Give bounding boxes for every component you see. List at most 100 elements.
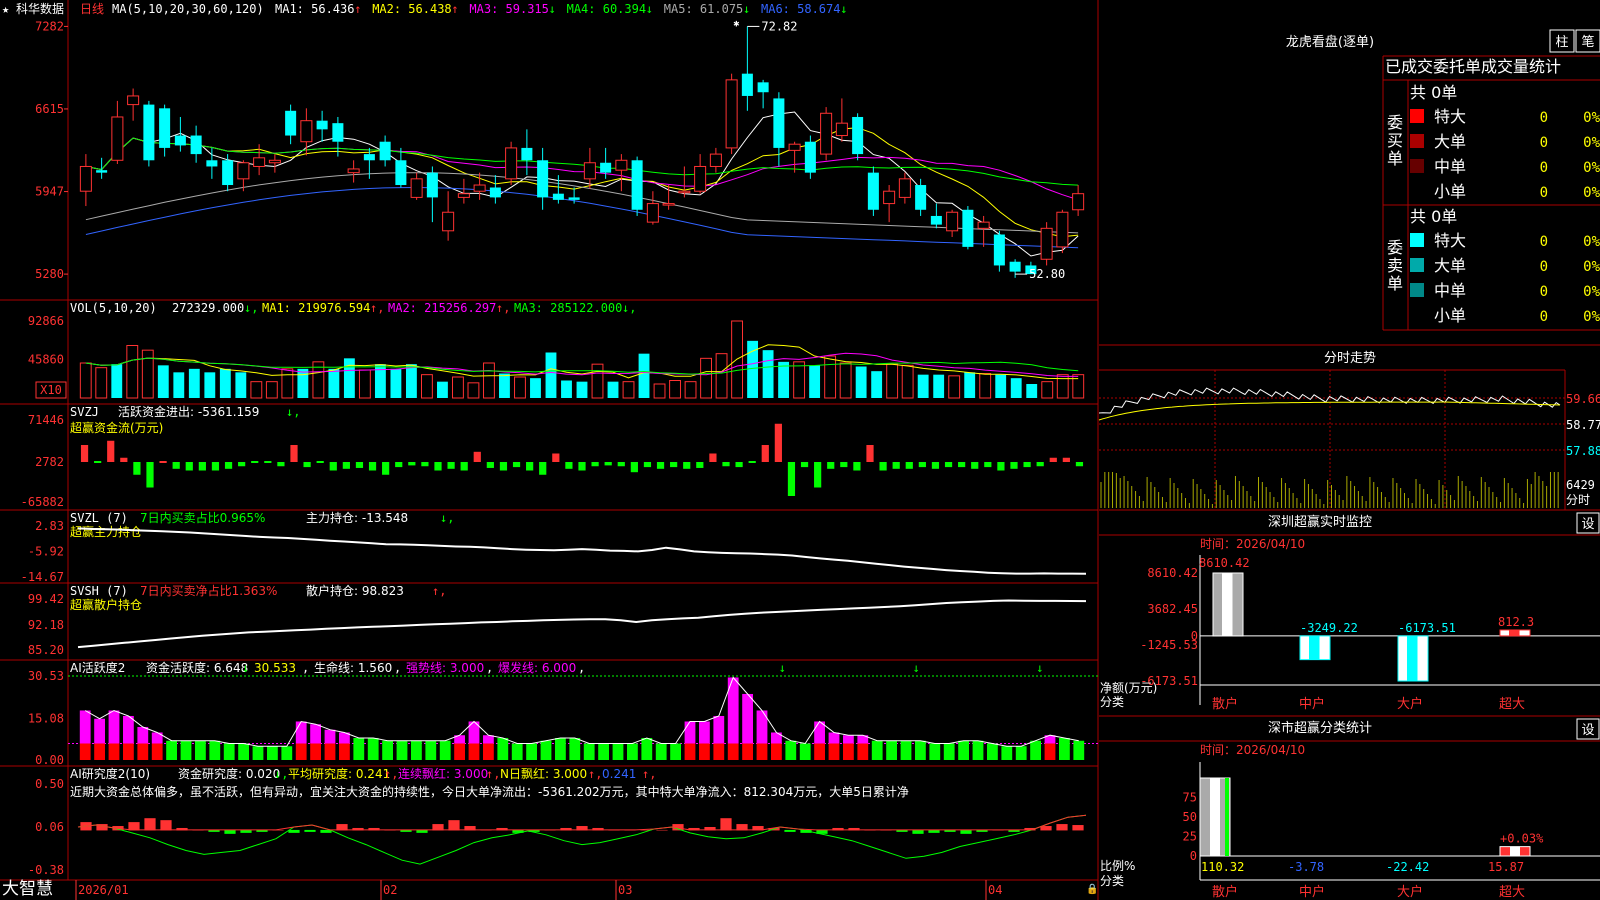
candle[interactable]	[473, 184, 486, 192]
chart-root[interactable]: ★ 科华数据 日线 MA(5,10,20,30,60,120) MA1: 56.436 ↑…	[0, 0, 1600, 900]
monitor-set-label[interactable]: 设	[1581, 517, 1594, 532]
candle[interactable]	[253, 157, 266, 167]
candle[interactable]	[852, 116, 864, 155]
candle[interactable]	[505, 147, 518, 180]
candle[interactable]	[646, 203, 659, 223]
candle[interactable]	[631, 160, 643, 210]
candle[interactable]	[883, 190, 896, 205]
candle[interactable]	[773, 98, 785, 148]
ai-active-bar	[569, 737, 581, 760]
candle[interactable]	[583, 162, 596, 180]
candle[interactable]	[521, 147, 533, 161]
candle[interactable]	[332, 123, 344, 142]
candle[interactable]	[237, 162, 250, 180]
candle[interactable]	[788, 143, 801, 151]
candle[interactable]	[962, 209, 974, 247]
candle[interactable]	[709, 153, 722, 167]
candle[interactable]	[268, 159, 281, 164]
candle[interactable]	[363, 154, 375, 161]
candle[interactable]	[600, 162, 612, 173]
candle[interactable]	[379, 141, 391, 161]
btn-bi-label[interactable]: 笔	[1581, 34, 1594, 50]
candle[interactable]	[946, 211, 959, 232]
class-tick-3: 0	[1190, 849, 1197, 863]
candle[interactable]	[457, 193, 470, 198]
candle[interactable]	[537, 160, 549, 198]
candle[interactable]	[757, 82, 769, 93]
candle[interactable]	[127, 95, 140, 106]
ai-res-bar	[144, 818, 156, 831]
candle[interactable]	[930, 215, 942, 225]
sell-row-name-1: 大单	[1434, 256, 1466, 275]
candle[interactable]	[395, 160, 407, 186]
class-title: 深市超赢分类统计	[1268, 720, 1372, 736]
candle[interactable]	[143, 104, 155, 161]
intraday-tick-0: 59.66	[1566, 392, 1600, 406]
candle[interactable]	[300, 120, 313, 143]
candle[interactable]	[442, 211, 455, 232]
class-bar-3-core	[1510, 846, 1520, 856]
candle[interactable]	[835, 122, 848, 137]
ai-active-bar	[1030, 740, 1041, 760]
volume-bar	[545, 352, 557, 398]
candle[interactable]	[79, 165, 92, 192]
svzj-bar	[421, 462, 429, 467]
svzj-bar	[761, 445, 769, 462]
volume-bar	[871, 371, 883, 398]
candle[interactable]	[694, 165, 707, 192]
candle[interactable]	[190, 135, 202, 155]
candle[interactable]	[725, 79, 738, 149]
candle[interactable]	[285, 110, 297, 136]
candle[interactable]	[206, 160, 218, 167]
svzl-arrow: ↓,	[440, 511, 454, 525]
candle[interactable]	[1009, 261, 1021, 272]
candle[interactable]	[222, 160, 234, 186]
candle[interactable]	[741, 73, 753, 96]
sell-row-swatch	[1410, 233, 1424, 247]
volume-bar	[437, 381, 448, 398]
candle[interactable]	[662, 203, 675, 206]
svzl-tick-0: 2.83	[35, 519, 64, 533]
sell-side-char-0: 委	[1387, 238, 1403, 257]
candle[interactable]	[96, 170, 108, 173]
candle[interactable]	[1056, 211, 1069, 248]
candle[interactable]	[552, 193, 564, 200]
candle[interactable]	[316, 120, 328, 130]
candle[interactable]	[993, 234, 1005, 266]
candle[interactable]	[977, 221, 990, 229]
buy-row-pct-1: 0%	[1583, 135, 1600, 151]
candle[interactable]	[898, 178, 911, 198]
candle[interactable]	[820, 112, 833, 155]
svzj-bar	[984, 462, 992, 468]
candle[interactable]	[410, 178, 423, 198]
ma-value-1: MA1: 56.436	[275, 2, 354, 16]
period-label[interactable]: 日线	[80, 2, 104, 16]
candle[interactable]	[1072, 193, 1085, 211]
candle[interactable]	[615, 159, 628, 171]
candle[interactable]	[111, 116, 124, 161]
candle[interactable]	[678, 190, 691, 194]
class-cat-1: 中户	[1299, 884, 1325, 900]
svsh-value: 散户持仓: 98.823	[306, 583, 404, 598]
candle[interactable]	[489, 187, 501, 198]
candle[interactable]	[1040, 227, 1053, 260]
monitor-value-1: -3249.22	[1300, 621, 1358, 635]
ai-active-bar	[1059, 737, 1070, 760]
candle[interactable]	[174, 135, 186, 146]
candle[interactable]	[915, 185, 927, 210]
favorite-star-icon[interactable]: ★	[2, 2, 9, 16]
svzj-bar	[107, 440, 115, 462]
candle[interactable]	[568, 197, 580, 200]
btn-zhu-label[interactable]: 柱	[1555, 35, 1568, 50]
class-set-label[interactable]: 设	[1581, 723, 1594, 738]
candle[interactable]	[426, 172, 438, 198]
buy-row-num-2: 0	[1540, 160, 1548, 176]
svzj-bar	[735, 462, 743, 468]
monitor-value-0: 8610.42	[1199, 556, 1250, 570]
ai-active-bar	[252, 746, 264, 760]
candle[interactable]	[347, 168, 360, 174]
candle[interactable]	[159, 108, 171, 148]
candle[interactable]	[867, 172, 879, 210]
ai-active-bar-base	[468, 743, 480, 760]
candle[interactable]	[804, 141, 816, 173]
